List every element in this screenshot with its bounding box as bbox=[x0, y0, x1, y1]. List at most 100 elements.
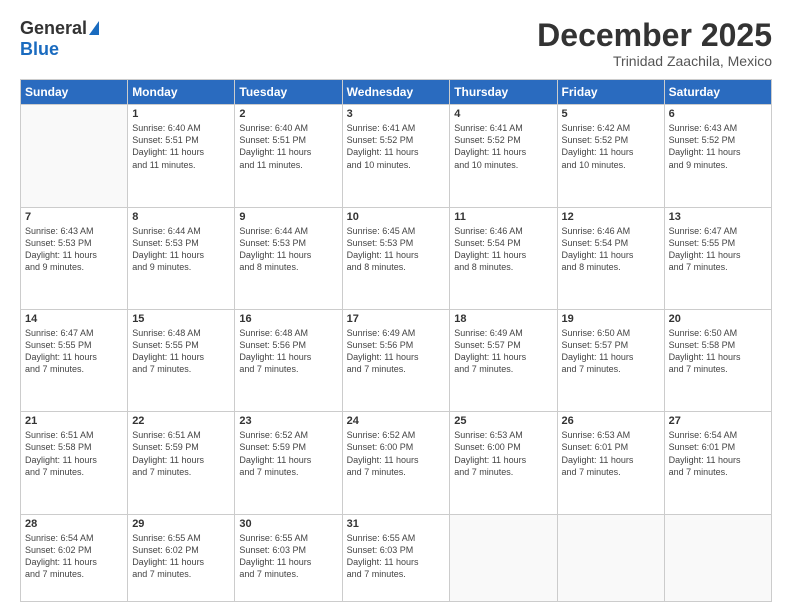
calendar-cell: 21 Sunrise: 6:51 AMSunset: 5:58 PMDayligh… bbox=[21, 412, 128, 514]
calendar-header-sunday: Sunday bbox=[21, 80, 128, 105]
calendar-cell bbox=[21, 105, 128, 207]
calendar-cell: 16Sunrise: 6:48 AMSunset: 5:56 PMDayligh… bbox=[235, 309, 342, 411]
calendar-cell bbox=[450, 514, 557, 601]
calendar-header-wednesday: Wednesday bbox=[342, 80, 450, 105]
calendar-week-5: 28Sunrise: 6:54 AMSunset: 6:02 PMDayligh… bbox=[21, 514, 772, 601]
calendar-cell: 26 Sunrise: 6:53 AMSunset: 6:01 PMDayligh… bbox=[557, 412, 664, 514]
calendar-cell: 18 Sunrise: 6:49 AMSunset: 5:57 PMDayligh… bbox=[450, 309, 557, 411]
calendar-table: SundayMondayTuesdayWednesdayThursdayFrid… bbox=[20, 79, 772, 602]
logo-blue: Blue bbox=[20, 39, 59, 60]
day-number: 20 bbox=[669, 313, 767, 325]
location-title: Trinidad Zaachila, Mexico bbox=[537, 53, 772, 69]
calendar-cell: 5 Sunrise: 6:42 AMSunset: 5:52 PMDaylight… bbox=[557, 105, 664, 207]
day-number: 15 bbox=[132, 313, 230, 325]
calendar-cell: 29Sunrise: 6:55 AMSunset: 6:02 PMDayligh… bbox=[128, 514, 235, 601]
page: General Blue December 2025 Trinidad Zaac… bbox=[0, 0, 792, 612]
calendar-week-1: 1Sunrise: 6:40 AMSunset: 5:51 PMDaylight… bbox=[21, 105, 772, 207]
day-info: Sunrise: 6:43 AMSunset: 5:53 PMDaylight:… bbox=[25, 225, 123, 274]
day-number: 27 bbox=[669, 415, 767, 427]
logo-general: General bbox=[20, 18, 87, 39]
calendar-cell: 15 Sunrise: 6:48 AMSunset: 5:55 PMDayligh… bbox=[128, 309, 235, 411]
day-number: 19 bbox=[562, 313, 660, 325]
calendar-cell: 25 Sunrise: 6:53 AMSunset: 6:00 PMDayligh… bbox=[450, 412, 557, 514]
calendar-cell: 8 Sunrise: 6:44 AMSunset: 5:53 PMDaylight… bbox=[128, 207, 235, 309]
day-info: Sunrise: 6:55 AMSunset: 6:03 PMDaylight:… bbox=[347, 532, 446, 581]
calendar-cell: 31 Sunrise: 6:55 AMSunset: 6:03 PMDayligh… bbox=[342, 514, 450, 601]
day-number: 4 bbox=[454, 108, 552, 120]
day-number: 12 bbox=[562, 211, 660, 223]
day-info: Sunrise: 6:42 AMSunset: 5:52 PMDaylight:… bbox=[562, 122, 660, 171]
calendar-cell: 10 Sunrise: 6:45 AMSunset: 5:53 PMDayligh… bbox=[342, 207, 450, 309]
day-number: 22 bbox=[132, 415, 230, 427]
logo-text: General bbox=[20, 18, 99, 39]
day-number: 2 bbox=[239, 108, 337, 120]
day-number: 5 bbox=[562, 108, 660, 120]
day-info: Sunrise: 6:51 AMSunset: 5:59 PMDaylight:… bbox=[132, 429, 230, 478]
calendar-header-saturday: Saturday bbox=[664, 80, 771, 105]
day-number: 6 bbox=[669, 108, 767, 120]
calendar-cell: 11Sunrise: 6:46 AMSunset: 5:54 PMDayligh… bbox=[450, 207, 557, 309]
day-number: 25 bbox=[454, 415, 552, 427]
calendar-header-thursday: Thursday bbox=[450, 80, 557, 105]
day-number: 24 bbox=[347, 415, 446, 427]
day-number: 11 bbox=[454, 211, 552, 223]
calendar-cell: 9Sunrise: 6:44 AMSunset: 5:53 PMDaylight… bbox=[235, 207, 342, 309]
calendar-week-3: 14Sunrise: 6:47 AMSunset: 5:55 PMDayligh… bbox=[21, 309, 772, 411]
day-info: Sunrise: 6:54 AMSunset: 6:02 PMDaylight:… bbox=[25, 532, 123, 581]
day-info: Sunrise: 6:41 AMSunset: 5:52 PMDaylight:… bbox=[454, 122, 552, 171]
day-info: Sunrise: 6:49 AMSunset: 5:57 PMDaylight:… bbox=[454, 327, 552, 376]
day-info: Sunrise: 6:53 AMSunset: 6:00 PMDaylight:… bbox=[454, 429, 552, 478]
calendar-week-4: 21 Sunrise: 6:51 AMSunset: 5:58 PMDayligh… bbox=[21, 412, 772, 514]
calendar-cell: 7Sunrise: 6:43 AMSunset: 5:53 PMDaylight… bbox=[21, 207, 128, 309]
calendar-cell: 14Sunrise: 6:47 AMSunset: 5:55 PMDayligh… bbox=[21, 309, 128, 411]
calendar-header-friday: Friday bbox=[557, 80, 664, 105]
day-info: Sunrise: 6:55 AMSunset: 6:03 PMDaylight:… bbox=[239, 532, 337, 581]
month-title: December 2025 bbox=[537, 18, 772, 53]
day-number: 31 bbox=[347, 518, 446, 530]
day-info: Sunrise: 6:53 AMSunset: 6:01 PMDaylight:… bbox=[562, 429, 660, 478]
calendar-header-row: SundayMondayTuesdayWednesdayThursdayFrid… bbox=[21, 80, 772, 105]
calendar-cell: 27Sunrise: 6:54 AMSunset: 6:01 PMDayligh… bbox=[664, 412, 771, 514]
day-info: Sunrise: 6:48 AMSunset: 5:56 PMDaylight:… bbox=[239, 327, 337, 376]
calendar-cell: 23 Sunrise: 6:52 AMSunset: 5:59 PMDayligh… bbox=[235, 412, 342, 514]
day-info: Sunrise: 6:41 AMSunset: 5:52 PMDaylight:… bbox=[347, 122, 446, 171]
day-info: Sunrise: 6:51 AMSunset: 5:58 PMDaylight:… bbox=[25, 429, 123, 478]
day-info: Sunrise: 6:46 AMSunset: 5:54 PMDaylight:… bbox=[562, 225, 660, 274]
day-info: Sunrise: 6:44 AMSunset: 5:53 PMDaylight:… bbox=[239, 225, 337, 274]
calendar-cell: 3 Sunrise: 6:41 AMSunset: 5:52 PMDaylight… bbox=[342, 105, 450, 207]
day-number: 8 bbox=[132, 211, 230, 223]
day-info: Sunrise: 6:40 AMSunset: 5:51 PMDaylight:… bbox=[132, 122, 230, 171]
day-number: 17 bbox=[347, 313, 446, 325]
logo: General Blue bbox=[20, 18, 99, 60]
calendar-cell bbox=[664, 514, 771, 601]
day-number: 18 bbox=[454, 313, 552, 325]
logo-icon bbox=[89, 21, 99, 35]
calendar-week-2: 7Sunrise: 6:43 AMSunset: 5:53 PMDaylight… bbox=[21, 207, 772, 309]
calendar-cell: 1Sunrise: 6:40 AMSunset: 5:51 PMDaylight… bbox=[128, 105, 235, 207]
day-info: Sunrise: 6:48 AMSunset: 5:55 PMDaylight:… bbox=[132, 327, 230, 376]
day-number: 10 bbox=[347, 211, 446, 223]
day-number: 26 bbox=[562, 415, 660, 427]
calendar-cell: 4 Sunrise: 6:41 AMSunset: 5:52 PMDaylight… bbox=[450, 105, 557, 207]
day-number: 3 bbox=[347, 108, 446, 120]
day-number: 21 bbox=[25, 415, 123, 427]
day-number: 30 bbox=[239, 518, 337, 530]
day-info: Sunrise: 6:50 AMSunset: 5:57 PMDaylight:… bbox=[562, 327, 660, 376]
day-info: Sunrise: 6:52 AMSunset: 6:00 PMDaylight:… bbox=[347, 429, 446, 478]
calendar-cell: 24 Sunrise: 6:52 AMSunset: 6:00 PMDayligh… bbox=[342, 412, 450, 514]
day-info: Sunrise: 6:55 AMSunset: 6:02 PMDaylight:… bbox=[132, 532, 230, 581]
day-info: Sunrise: 6:52 AMSunset: 5:59 PMDaylight:… bbox=[239, 429, 337, 478]
calendar-cell bbox=[557, 514, 664, 601]
calendar-cell: 20 Sunrise: 6:50 AMSunset: 5:58 PMDayligh… bbox=[664, 309, 771, 411]
calendar-cell: 13Sunrise: 6:47 AMSunset: 5:55 PMDayligh… bbox=[664, 207, 771, 309]
calendar-header-tuesday: Tuesday bbox=[235, 80, 342, 105]
day-info: Sunrise: 6:45 AMSunset: 5:53 PMDaylight:… bbox=[347, 225, 446, 274]
day-info: Sunrise: 6:50 AMSunset: 5:58 PMDaylight:… bbox=[669, 327, 767, 376]
calendar-cell: 30 Sunrise: 6:55 AMSunset: 6:03 PMDayligh… bbox=[235, 514, 342, 601]
calendar-cell: 12 Sunrise: 6:46 AMSunset: 5:54 PMDayligh… bbox=[557, 207, 664, 309]
day-number: 13 bbox=[669, 211, 767, 223]
day-number: 14 bbox=[25, 313, 123, 325]
day-info: Sunrise: 6:44 AMSunset: 5:53 PMDaylight:… bbox=[132, 225, 230, 274]
day-number: 23 bbox=[239, 415, 337, 427]
calendar-cell: 2Sunrise: 6:40 AMSunset: 5:51 PMDaylight… bbox=[235, 105, 342, 207]
